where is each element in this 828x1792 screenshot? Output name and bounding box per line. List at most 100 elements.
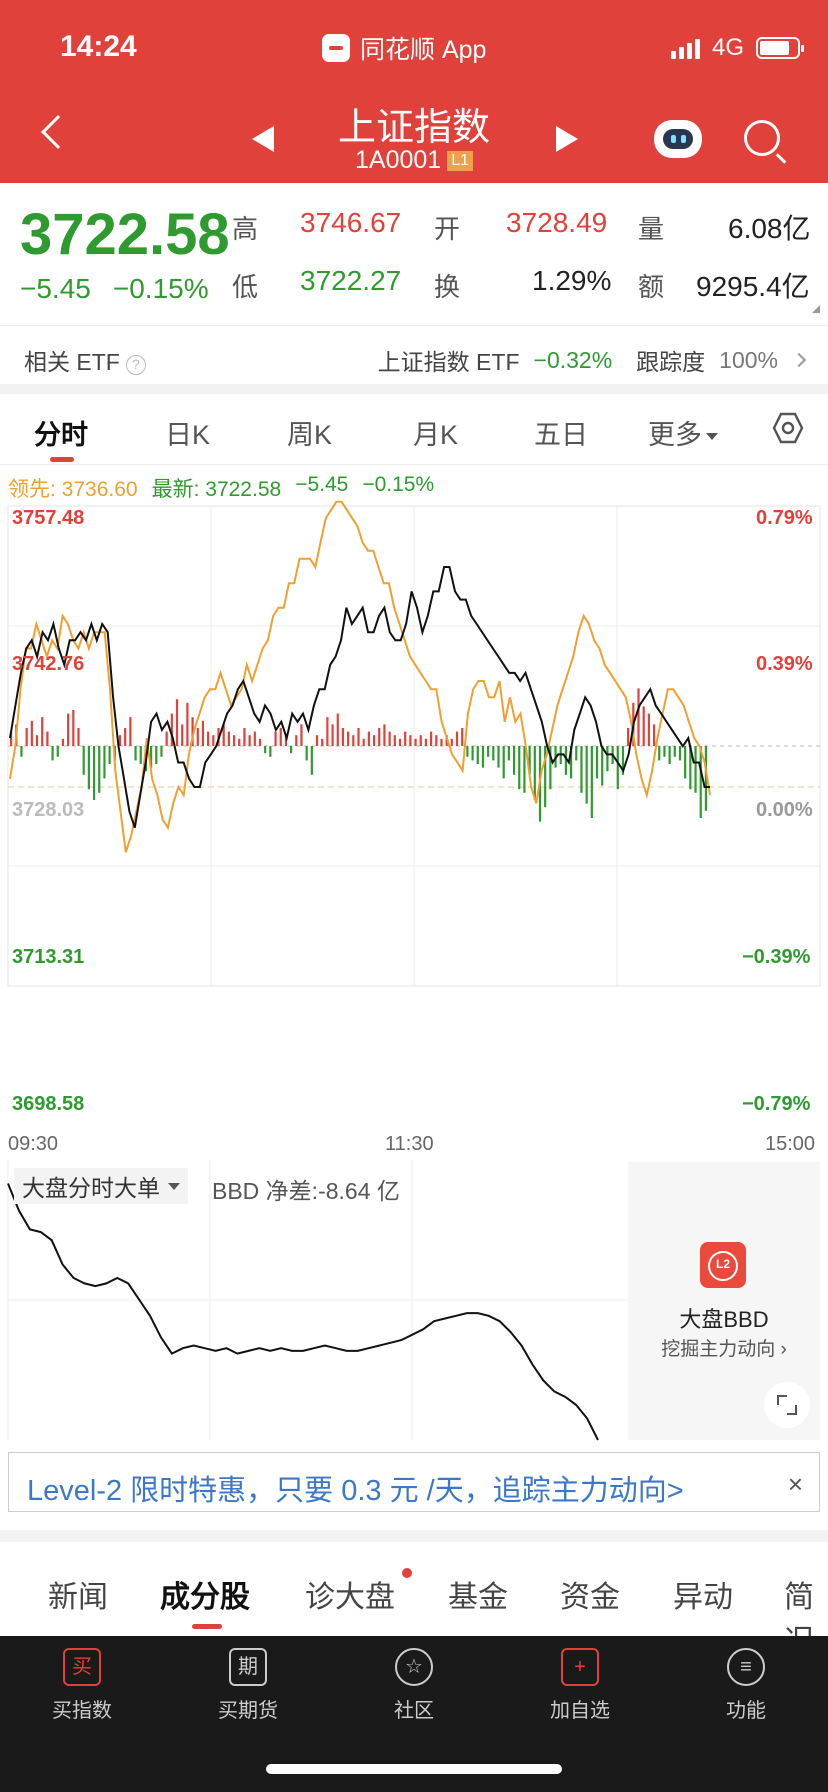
tabbar-community[interactable]: ☆ 社区: [354, 1648, 474, 1723]
close-icon[interactable]: ×: [788, 1469, 803, 1500]
chart-settings-icon[interactable]: [772, 412, 804, 444]
tracking-label: 跟踪度: [636, 349, 706, 375]
app-header: 14:24 同花顺 App 4G 上证指数 1A0001 L1: [0, 0, 828, 183]
volume-bar: [139, 746, 142, 764]
bbd-promo-card[interactable]: 大盘BBD 挖掘主力动向 ›: [628, 1162, 820, 1440]
tab-movements[interactable]: 异动: [673, 1572, 733, 1616]
next-index-icon[interactable]: [556, 126, 578, 152]
volume-bar: [341, 728, 345, 746]
volume-bar: [424, 738, 428, 746]
tab-news[interactable]: 新闻: [48, 1572, 108, 1616]
volume-bar: [497, 746, 500, 768]
futures-icon: 期: [229, 1648, 267, 1686]
index-code: 1A0001: [355, 146, 442, 174]
y-right-label: 0.00%: [756, 799, 813, 821]
volume-bar: [663, 746, 666, 757]
tab-diagnosis[interactable]: 诊大盘: [305, 1572, 395, 1616]
search-icon[interactable]: [744, 120, 780, 156]
volume-bar: [502, 746, 505, 779]
volume-bar: [258, 738, 262, 746]
latest-value: 最新: 3722.58: [151, 478, 282, 501]
volume-bar: [61, 738, 65, 746]
volume-bar: [699, 746, 702, 818]
expand-icon[interactable]: [764, 1382, 810, 1428]
status-time: 14:24: [60, 30, 137, 63]
etf-label: 相关 ETF: [24, 349, 120, 375]
volume-bar: [419, 735, 422, 746]
volume-bar: [435, 735, 438, 746]
volume-bar: [300, 724, 303, 746]
y-left-label: 3713.31: [12, 946, 85, 968]
volume-bar: [25, 728, 28, 746]
volume-bar: [186, 702, 189, 746]
tabbar-functions[interactable]: ≡ 功能: [686, 1648, 806, 1723]
intraday-chart[interactable]: [0, 500, 828, 1130]
volume-bar: [512, 746, 516, 775]
lead-info-line: 领先: 3736.60 最新: 3722.58 −5.45 −0.15%: [8, 473, 434, 503]
y-left-label: 3757.48: [12, 507, 85, 529]
volume-bar: [378, 728, 381, 746]
etf-info: 上证指数 ETF −0.32% 跟踪度 100%: [377, 343, 807, 377]
volume-bar: [357, 728, 360, 746]
volume-bar: [103, 746, 106, 779]
tabbar-label: 功能: [726, 1700, 766, 1722]
volume-bar: [647, 713, 650, 746]
level2-promo-banner[interactable]: Level-2 限时特惠，只要 0.3 元 /天，追踪主力动向> ×: [8, 1452, 820, 1512]
tabbar-add-watchlist[interactable]: + 加自选: [520, 1648, 640, 1723]
tab-intraday[interactable]: 分时: [34, 413, 88, 452]
volume-bar: [507, 746, 510, 761]
tab-daily-k[interactable]: 日K: [165, 413, 210, 452]
volume-bar: [279, 728, 282, 746]
tab-capital[interactable]: 资金: [560, 1572, 620, 1616]
x-axis-label: 15:00: [765, 1133, 816, 1155]
volume-bar: [72, 710, 75, 746]
volume-bar: [409, 735, 412, 746]
robot-assistant-icon[interactable]: [654, 120, 702, 158]
volume-bar: [487, 746, 490, 757]
bbd-net-value: BBD 净差:-8.64 亿: [212, 1178, 400, 1204]
volume-bar: [196, 728, 199, 746]
tabbar-buy-futures[interactable]: 期 买期货: [188, 1648, 308, 1723]
related-etf-row[interactable]: 相关 ETF? 上证指数 ETF −0.32% 跟踪度 100%: [0, 325, 828, 385]
volume-bar: [430, 731, 433, 746]
volume-bar: [274, 731, 277, 746]
bbd-selector[interactable]: 大盘分时大单: [14, 1168, 188, 1204]
volume-bar: [134, 746, 137, 761]
volume-bar: [155, 746, 158, 764]
volume-bar: [658, 746, 661, 761]
status-app-name: 同花顺 App: [360, 36, 487, 64]
tab-constituents[interactable]: 成分股: [160, 1572, 250, 1616]
y-right-label: −0.39%: [742, 946, 811, 968]
tab-more[interactable]: 更多: [648, 413, 718, 452]
volume-bar: [35, 735, 39, 746]
buy-icon: 买: [63, 1648, 101, 1686]
tab-funds[interactable]: 基金: [448, 1572, 508, 1616]
volume-bar: [637, 688, 640, 746]
volume-bar: [305, 746, 308, 761]
banner-text[interactable]: Level-2 限时特惠，只要 0.3 元 /天，追踪主力动向>: [27, 1467, 684, 1509]
volume-value: 6.08亿: [728, 213, 811, 244]
volume-bar: [642, 706, 645, 746]
divider: [0, 384, 828, 394]
page-title: 上证指数: [337, 107, 490, 149]
volume-bar: [315, 735, 319, 746]
volume-bar: [362, 738, 365, 746]
tab-monthly-k[interactable]: 月K: [413, 413, 458, 452]
volume-bar: [175, 699, 179, 746]
volume-bar: [165, 731, 168, 746]
help-icon[interactable]: ?: [125, 355, 146, 375]
status-app-indicator: 同花顺 App: [322, 30, 486, 66]
tab-five-day[interactable]: 五日: [534, 413, 588, 452]
open-value: 3728.49: [506, 207, 608, 238]
tabbar-buy-index[interactable]: 买 买指数: [22, 1648, 142, 1723]
volume-bar: [492, 746, 495, 761]
volume-bar: [20, 746, 23, 757]
volume-bar: [98, 746, 101, 793]
y-left-label: 3742.76: [12, 653, 85, 675]
tab-weekly-k[interactable]: 周K: [287, 413, 332, 452]
etf-name: 上证指数 ETF: [377, 349, 520, 375]
turnover-label: 换: [434, 272, 461, 302]
volume-bar: [87, 746, 90, 790]
y-left-label: 3698.58: [12, 1093, 85, 1115]
volume-bar: [372, 735, 376, 746]
